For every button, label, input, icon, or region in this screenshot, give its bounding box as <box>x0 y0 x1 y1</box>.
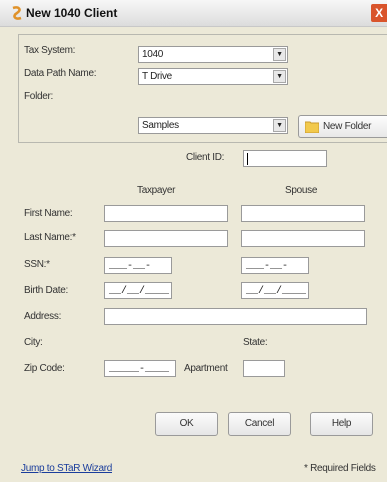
apartment-input[interactable] <box>243 360 285 377</box>
city-label: City: <box>24 337 43 348</box>
apartment-label: Apartment <box>184 363 228 374</box>
spouse-column-header: Spouse <box>285 185 318 196</box>
title-bar[interactable]: New 1040 Client X <box>0 0 387 27</box>
spouse-last-name-input[interactable] <box>241 230 365 247</box>
folder-select[interactable]: Samples ▼ <box>138 117 288 134</box>
ssn-label: SSN:* <box>24 259 50 270</box>
taxpayer-ssn-input[interactable]: ___-__-____ <box>104 257 172 289</box>
close-button[interactable]: X <box>371 4 387 22</box>
taxpayer-first-name-input[interactable] <box>104 205 228 222</box>
taxpayer-column-header: Taxpayer <box>137 185 176 196</box>
folder-value: Samples <box>142 120 179 131</box>
birth-date-label: Birth Date: <box>24 285 68 296</box>
cancel-button[interactable]: Cancel <box>228 412 291 436</box>
chevron-down-icon[interactable]: ▼ <box>273 119 286 132</box>
spouse-first-name-input[interactable] <box>241 205 365 222</box>
ok-button[interactable]: OK <box>155 412 218 436</box>
address-label: Address: <box>24 311 62 322</box>
taxpayer-birth-date-input[interactable]: __/__/____ <box>104 282 172 299</box>
taxpayer-last-name-input[interactable] <box>104 230 228 247</box>
data-path-select[interactable]: T Drive ▼ <box>138 68 288 85</box>
spouse-ssn-input[interactable]: ___-__-____ <box>241 257 309 289</box>
help-button[interactable]: Help <box>310 412 373 436</box>
spouse-birth-date-input[interactable]: __/__/____ <box>241 282 309 299</box>
address-input[interactable] <box>104 308 367 325</box>
client-id-label: Client ID: <box>186 152 225 163</box>
chevron-down-icon[interactable]: ▼ <box>273 70 286 83</box>
last-name-label: Last Name:* <box>24 232 76 243</box>
text-cursor <box>247 153 248 165</box>
zip-code-label: Zip Code: <box>24 363 65 374</box>
client-id-input[interactable] <box>243 150 327 167</box>
folder-label: Folder: <box>24 91 54 102</box>
folder-icon <box>305 121 319 133</box>
app-logo-icon <box>12 6 22 20</box>
data-path-value: T Drive <box>142 71 172 82</box>
state-label: State: <box>243 337 268 348</box>
tax-system-select[interactable]: 1040 ▼ <box>138 46 288 63</box>
new-folder-label: New Folder <box>323 121 372 132</box>
first-name-label: First Name: <box>24 208 73 219</box>
zip-code-input[interactable]: _____-____ <box>104 360 176 377</box>
star-wizard-link[interactable]: Jump to STaR Wizard <box>21 463 112 474</box>
new-client-dialog: New 1040 Client X Tax System: 1040 ▼ Dat… <box>0 0 387 482</box>
tax-system-label: Tax System: <box>24 45 76 56</box>
required-fields-note: * Required Fields <box>304 463 376 474</box>
chevron-down-icon[interactable]: ▼ <box>273 48 286 61</box>
dialog-title: New 1040 Client <box>26 6 118 20</box>
new-folder-button[interactable]: New Folder <box>298 115 387 138</box>
tax-system-value: 1040 <box>142 49 164 60</box>
data-path-label: Data Path Name: <box>24 68 97 79</box>
